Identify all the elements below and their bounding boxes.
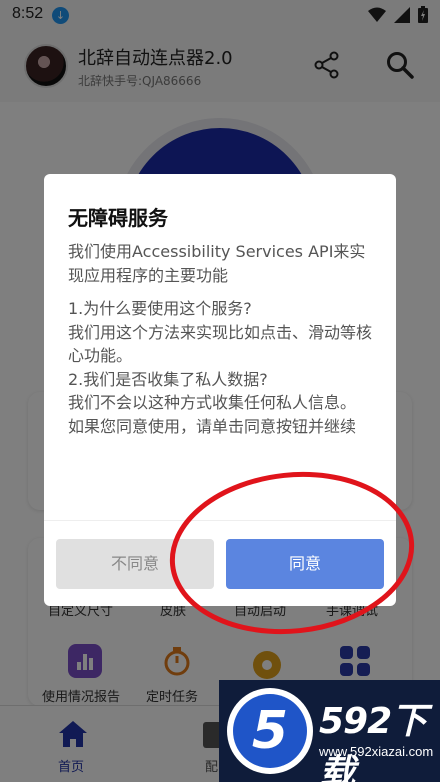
- watermark: 5 592下载 www.592xiazai.com: [219, 680, 440, 782]
- dialog-paragraph-intro: 我们使用Accessibility Services API来实现应用程序的主要…: [68, 242, 366, 285]
- watermark-url: www.592xiazai.com: [319, 744, 434, 759]
- disagree-button[interactable]: 不同意: [56, 539, 214, 589]
- dialog-body: 我们使用Accessibility Services API来实现应用程序的主要…: [68, 240, 378, 438]
- watermark-logo-digit: 5: [233, 694, 307, 768]
- dialog-divider: [44, 520, 396, 521]
- agree-button[interactable]: 同意: [226, 539, 384, 589]
- accessibility-dialog: 无障碍服务 我们使用Accessibility Services API来实现应…: [44, 174, 396, 606]
- watermark-brand: 592下载: [319, 701, 427, 782]
- dialog-paragraph-details: 1.为什么要使用这个服务? 我们用这个方法来实现比如点击、滑动等核心功能。 2.…: [68, 299, 373, 436]
- dialog-title: 无障碍服务: [68, 206, 168, 230]
